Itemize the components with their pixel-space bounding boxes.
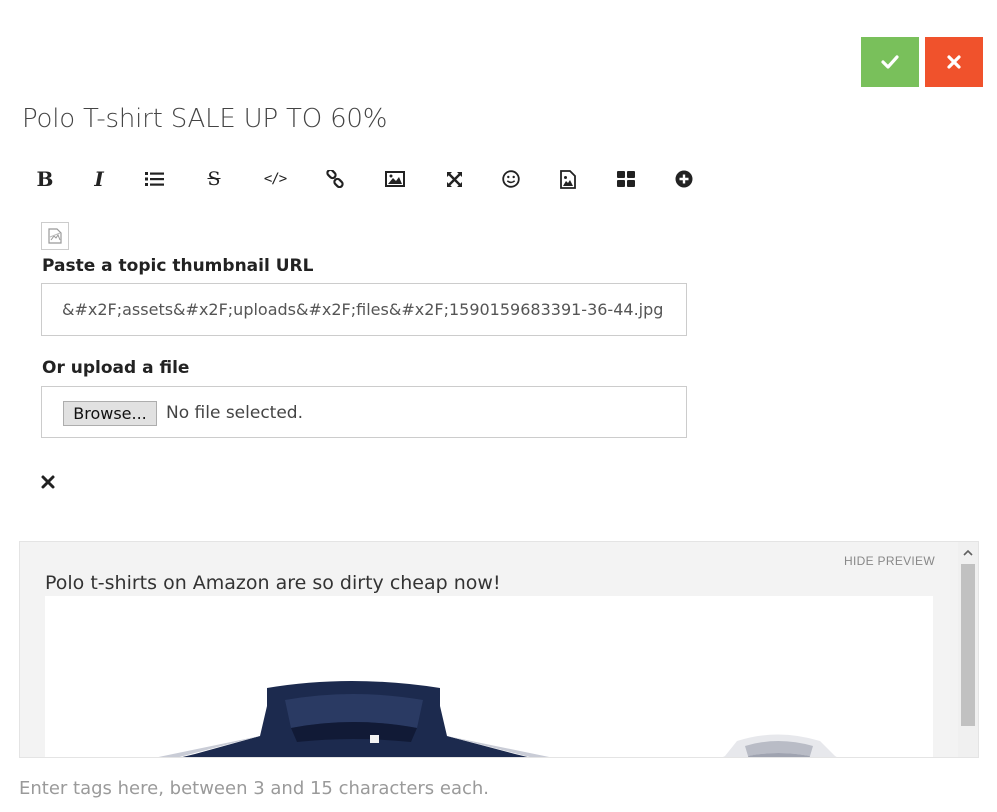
file-status-text: No file selected. [166,403,303,423]
image-button[interactable] [375,160,415,198]
hide-preview-link[interactable]: HIDE PREVIEW [844,554,935,568]
fullscreen-icon [446,171,462,187]
italic-icon: I [94,167,104,191]
remove-thumbnail-button[interactable] [40,474,58,492]
preview-text: Polo t-shirts on Amazon are so dirty che… [45,572,501,594]
image-icon [385,171,405,187]
list-icon [145,172,164,186]
grid-button[interactable] [606,160,646,198]
thumbnail-url-input[interactable] [41,283,687,336]
thumbnail-url-label: Paste a topic thumbnail URL [42,256,314,276]
preview-scrollbar[interactable] [958,542,978,757]
link-icon [326,170,344,188]
fullscreen-button[interactable] [434,160,474,198]
code-button[interactable]: </> [255,160,295,198]
scrollbar-thumb[interactable] [961,564,975,726]
code-icon: </> [263,171,287,187]
link-button[interactable] [315,160,355,198]
browse-button[interactable]: Browse... [63,401,157,426]
file-upload-field: Browse... No file selected. [41,386,687,438]
emoji-icon [502,170,520,188]
tags-input[interactable] [19,774,719,802]
italic-button[interactable]: I [79,160,119,198]
broken-image-icon [48,228,62,244]
upload-image-icon [560,169,576,189]
strikethrough-icon: S [207,168,221,190]
close-icon [947,55,961,69]
chevron-up-icon [963,549,973,556]
plus-circle-icon [675,170,693,188]
submit-button[interactable] [861,37,919,87]
grid-icon [617,171,635,187]
discard-button[interactable] [925,37,983,87]
bold-button[interactable]: B [25,160,65,198]
upload-file-label: Or upload a file [42,358,190,378]
preview-image [45,596,933,757]
check-icon [881,55,899,69]
upload-image-button[interactable] [548,160,588,198]
close-icon [41,475,55,489]
preview-pane: HIDE PREVIEW Polo t-shirts on Amazon are… [19,541,979,758]
bold-icon: B [36,167,54,191]
polo-shirt-image [158,681,837,757]
scroll-up-button[interactable] [958,542,978,562]
emoji-button[interactable] [491,160,531,198]
topic-title[interactable]: Polo T-shirt SALE UP TO 60% [22,104,387,134]
list-button[interactable] [135,160,175,198]
thumbnail-preview [41,222,69,250]
add-button[interactable] [664,160,704,198]
strikethrough-button[interactable]: S [194,160,234,198]
